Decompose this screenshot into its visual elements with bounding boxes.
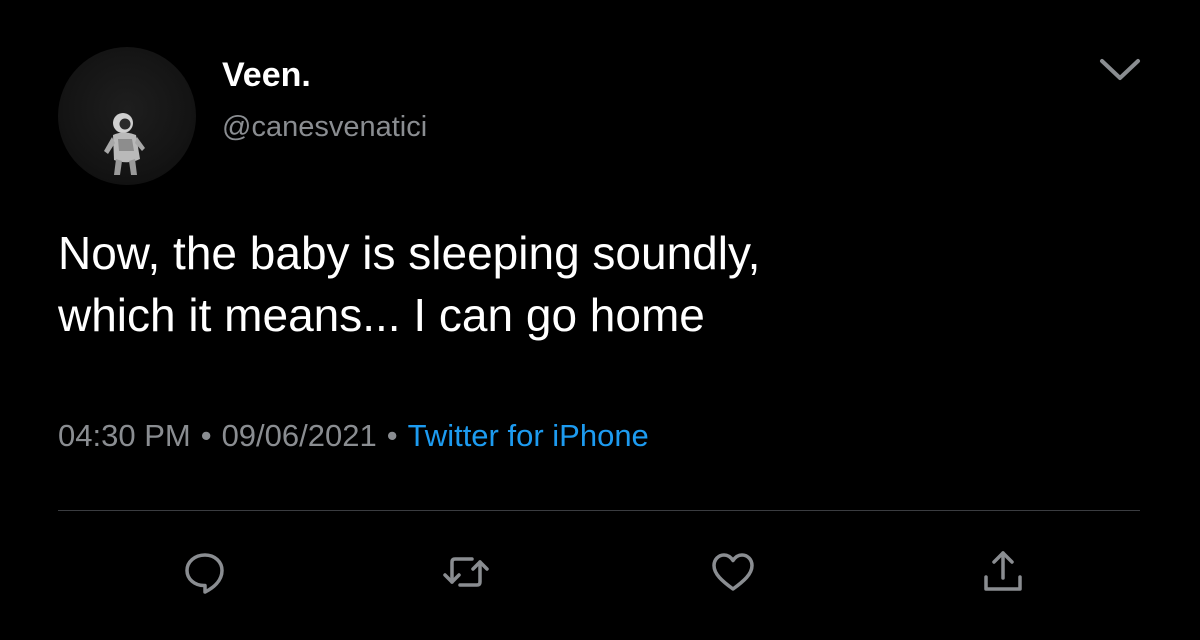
share-button[interactable] (977, 546, 1029, 598)
display-name[interactable]: Veen. (222, 56, 311, 95)
retweet-button[interactable] (440, 546, 492, 598)
astronaut-avatar-image (104, 113, 145, 175)
tweet-text: Now, the baby is sleeping soundly, which… (58, 227, 761, 341)
username-handle[interactable]: @canesvenatici (222, 111, 427, 144)
meta-separator: • (386, 418, 398, 453)
heart-icon (712, 553, 754, 591)
like-button[interactable] (707, 546, 759, 598)
tweet-meta: 04:30 PM • 09/06/2021 • Twitter for iPhone (58, 418, 649, 454)
divider (58, 510, 1140, 511)
chevron-down-icon (1100, 59, 1140, 80)
retweet-arrows-icon (443, 557, 489, 587)
avatar[interactable] (58, 47, 196, 185)
speech-bubble-icon (185, 553, 224, 594)
reply-button[interactable] (179, 546, 231, 598)
tweet-source-link[interactable]: Twitter for iPhone (408, 418, 649, 453)
more-options-button[interactable] (1096, 54, 1144, 84)
meta-separator: • (200, 418, 212, 453)
tweet-date: 09/06/2021 (221, 418, 377, 453)
tweet: Veen. @canesvenatici Now, the baby is sl… (0, 0, 1200, 640)
tweet-time: 04:30 PM (58, 418, 191, 453)
share-upload-icon (984, 551, 1022, 591)
